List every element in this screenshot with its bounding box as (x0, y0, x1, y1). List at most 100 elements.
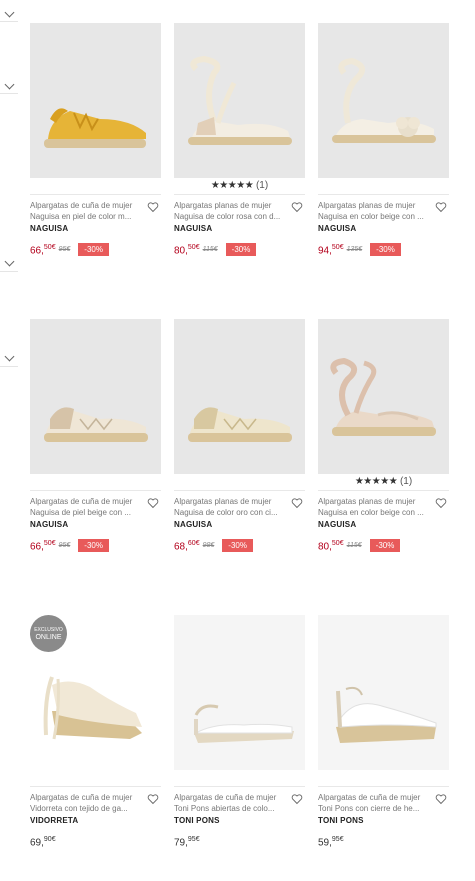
price-row: 68,60€ 98€ -30% (174, 537, 305, 553)
heart-icon[interactable] (291, 793, 303, 805)
product-image[interactable] (318, 23, 449, 178)
product-image[interactable]: EXCLUSIVO ONLINE (30, 615, 161, 770)
sale-price: 94,50€ (318, 243, 344, 256)
discount-badge: -30% (222, 539, 253, 553)
chevron-down-icon[interactable] (4, 256, 15, 267)
product-brand: NAGUISA (174, 520, 213, 529)
price: 59,95€ (318, 835, 344, 848)
divider (174, 194, 305, 195)
heart-icon[interactable] (435, 201, 447, 213)
product-title-line: Toni Pons con cierre de he... (318, 804, 420, 813)
divider (0, 21, 18, 22)
heart-icon[interactable] (291, 201, 303, 213)
divider (174, 786, 305, 787)
product-brand: VIDORRETA (30, 816, 79, 825)
product-title[interactable]: Alpargatas de cuña de mujer Naguisa de p… (30, 496, 144, 518)
discount-badge: -30% (78, 539, 109, 553)
product-brand: NAGUISA (174, 224, 213, 233)
product-brand: NAGUISA (30, 224, 69, 233)
divider (318, 786, 449, 787)
price-row: 79,95€ (174, 833, 305, 849)
product-title-line: Alpargatas planas de mujer (174, 201, 272, 210)
sale-price: 66,50€ (30, 539, 56, 552)
sale-price: 68,60€ (174, 539, 200, 552)
product-title[interactable]: Alpargatas planas de mujer Naguisa de co… (174, 200, 288, 222)
product-title[interactable]: Alpargatas de cuña de mujer Vidorreta co… (30, 792, 144, 814)
product-title[interactable]: Alpargatas planas de mujer Naguisa en co… (318, 200, 432, 222)
chevron-down-icon[interactable] (4, 7, 15, 18)
price-row: 66,50€ 95€ -30% (30, 537, 161, 553)
product-image[interactable] (174, 23, 305, 178)
original-price: 95€ (58, 542, 71, 550)
price-row: 94,50€ 135€ -30% (318, 241, 449, 257)
price-row: 80,50€ 115€ -30% (318, 537, 449, 553)
heart-icon[interactable] (147, 497, 159, 509)
original-price: 135€ (346, 246, 363, 254)
sale-price: 80,50€ (318, 539, 344, 552)
price-row: 59,95€ (318, 833, 449, 849)
product-title-line: Alpargatas de cuña de mujer (174, 793, 277, 802)
sale-price: 80,50€ (174, 243, 200, 256)
divider (30, 786, 161, 787)
product-title-line: Alpargatas planas de mujer (318, 201, 416, 210)
discount-badge: -30% (78, 243, 109, 257)
product-brand: NAGUISA (30, 520, 69, 529)
exclusive-online-badge: EXCLUSIVO ONLINE (30, 615, 67, 652)
product-brand: NAGUISA (318, 520, 357, 529)
product-title[interactable]: Alpargatas planas de mujer Naguisa de co… (174, 496, 288, 518)
discount-badge: -30% (369, 539, 401, 553)
product-title[interactable]: Alpargatas de cuña de mujer Toni Pons ab… (174, 792, 288, 814)
divider (318, 490, 449, 491)
product-title-line: Naguisa de piel beige con ... (30, 508, 131, 517)
product-title[interactable]: Alpargatas planas de mujer Naguisa en co… (318, 496, 432, 518)
badge-line: EXCLUSIVO (34, 626, 63, 633)
product-image[interactable] (174, 615, 305, 770)
heart-icon[interactable] (291, 497, 303, 509)
original-price: 115€ (346, 542, 362, 550)
product-title-line: Naguisa en piel de color m... (30, 212, 132, 221)
original-price: 115€ (202, 246, 218, 254)
discount-badge: -30% (225, 243, 257, 257)
chevron-down-icon[interactable] (4, 351, 15, 362)
divider (318, 194, 449, 195)
divider (0, 93, 18, 94)
sale-price: 66,50€ (30, 243, 56, 256)
product-title-line: Alpargatas de cuña de mujer (318, 793, 421, 802)
product-title-line: Alpargatas de cuña de mujer (30, 201, 133, 210)
product-title-line: Toni Pons abiertas de colo... (174, 804, 275, 813)
original-price: 98€ (202, 542, 215, 550)
price-row: 69,90€ (30, 833, 161, 849)
price-row: 66,50€ 95€ -30% (30, 241, 161, 257)
product-image[interactable] (318, 319, 449, 474)
product-image[interactable] (30, 319, 161, 474)
star-rating-icon: ★★★★★ (210, 180, 254, 191)
divider (0, 366, 18, 367)
filter-sidebar (0, 0, 20, 881)
price: 69,90€ (30, 835, 56, 848)
product-title-line: Naguisa de color oro con ci... (174, 508, 278, 517)
product-image[interactable] (318, 615, 449, 770)
product-title[interactable]: Alpargatas de cuña de mujer Toni Pons co… (318, 792, 432, 814)
chevron-down-icon[interactable] (4, 79, 15, 90)
product-title-line: Naguisa en color beige con ... (318, 508, 424, 517)
product-title-line: Vidorreta con tejido de ga... (30, 804, 128, 813)
heart-icon[interactable] (147, 201, 159, 213)
original-price: 95€ (58, 246, 71, 254)
divider (30, 490, 161, 491)
product-image[interactable] (174, 319, 305, 474)
product-title-line: Naguisa de color rosa con d... (174, 212, 281, 221)
product-title-line: Naguisa en color beige con ... (318, 212, 424, 221)
product-title[interactable]: Alpargatas de cuña de mujer Naguisa en p… (30, 200, 144, 222)
heart-icon[interactable] (435, 497, 447, 509)
heart-icon[interactable] (147, 793, 159, 805)
product-title-line: Alpargatas planas de mujer (318, 497, 416, 506)
product-rating[interactable]: ★★★★★ (1) (174, 180, 305, 191)
product-rating[interactable]: ★★★★★ (1) (318, 476, 449, 487)
badge-line: ONLINE (35, 633, 62, 641)
divider (0, 271, 18, 272)
heart-icon[interactable] (435, 793, 447, 805)
divider (174, 490, 305, 491)
product-image[interactable] (30, 23, 161, 178)
product-brand: NAGUISA (318, 224, 357, 233)
star-rating-icon: ★★★★★ (354, 476, 398, 487)
